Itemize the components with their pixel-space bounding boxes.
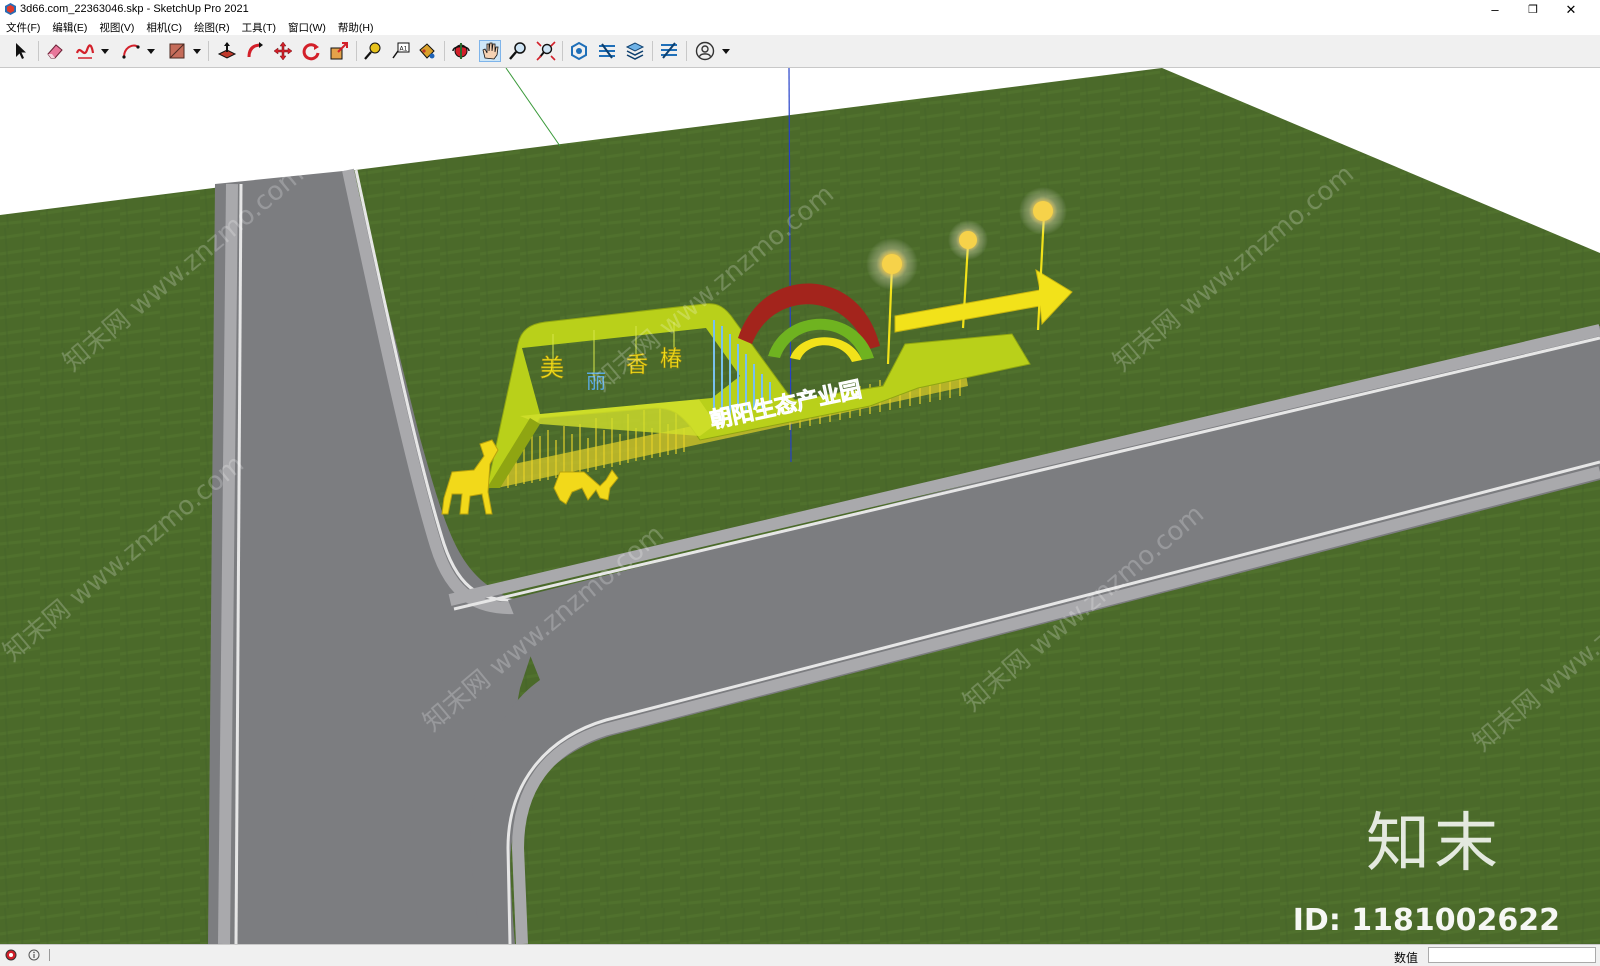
- component-tool-button[interactable]: [658, 40, 680, 62]
- layers-tool-button[interactable]: [624, 40, 646, 62]
- scale-icon: [330, 42, 348, 60]
- zoom-icon: [509, 42, 526, 60]
- arc-icon: [122, 44, 140, 59]
- sign-title-char: 美: [540, 354, 564, 382]
- toolbar-separator: [686, 41, 687, 61]
- eraser-tool-button[interactable]: [44, 40, 66, 62]
- menu-window[interactable]: 窗口(W): [282, 20, 332, 35]
- shape-icon: [169, 43, 185, 59]
- account-button[interactable]: [694, 40, 716, 62]
- orbit-tool-button[interactable]: [450, 40, 472, 62]
- window-title: 3d66.com_22363046.skp - SketchUp Pro 202…: [20, 3, 249, 15]
- component-icon: [661, 42, 677, 59]
- freehand-tool-button[interactable]: [74, 40, 96, 62]
- menu-file[interactable]: 文件(F): [0, 20, 46, 35]
- sketchup-logo-icon: [5, 3, 16, 15]
- freehand-icon: [75, 44, 95, 59]
- toolbar-separator: [356, 41, 357, 61]
- close-button[interactable]: ✕: [1552, 0, 1590, 19]
- measurements-input[interactable]: [1428, 947, 1596, 963]
- text-icon: A1: [392, 42, 410, 59]
- text-tool-button[interactable]: A1: [390, 40, 412, 62]
- menu-camera[interactable]: 相机(C): [140, 20, 188, 35]
- model-viewport[interactable]: 美 丽 香 椿 朝阳生态产业园 知末网 www.znzmo.com 知末网 ww…: [0, 68, 1600, 944]
- zoom-tool-button[interactable]: [507, 40, 529, 62]
- layers-icon: [625, 42, 645, 60]
- toolbar-separator: [38, 41, 39, 61]
- scale-tool-button[interactable]: [328, 40, 350, 62]
- status-bar: 数值: [0, 944, 1600, 966]
- pan-icon: [482, 42, 499, 60]
- menu-draw[interactable]: 绘图(R): [188, 20, 236, 35]
- warehouse-icon: [571, 41, 587, 61]
- toolbar-separator: [652, 41, 653, 61]
- toolbar-separator: [208, 41, 209, 61]
- select-tool-button[interactable]: [10, 40, 32, 62]
- menu-help[interactable]: 帮助(H): [332, 20, 380, 35]
- zoom-extents-icon: [536, 41, 556, 61]
- orbit-icon: [452, 43, 470, 59]
- warehouse-tool-button[interactable]: [568, 40, 590, 62]
- move-icon: [273, 41, 293, 61]
- followme-tool-button[interactable]: [244, 40, 266, 62]
- eraser-icon: [47, 44, 63, 59]
- status-divider: [49, 949, 50, 961]
- road-curb: [218, 183, 238, 944]
- chevron-down-icon[interactable]: [722, 47, 730, 55]
- paint-tool-button[interactable]: [416, 40, 438, 62]
- tape-tool-button[interactable]: [362, 40, 384, 62]
- paint-icon: [419, 43, 435, 59]
- pushpull-icon: [217, 42, 237, 59]
- measurements-label: 数值: [1394, 951, 1419, 965]
- restore-button[interactable]: ❐: [1514, 0, 1552, 19]
- info-icon[interactable]: [28, 949, 40, 961]
- zoom-extents-tool-button[interactable]: [535, 40, 557, 62]
- tape-icon: [364, 42, 381, 60]
- select-icon: [16, 43, 26, 59]
- toolbar: A1: [0, 35, 1600, 68]
- minimize-button[interactable]: –: [1476, 0, 1514, 19]
- menu-bar: 文件(F) 编辑(E) 视图(V) 相机(C) 绘图(R) 工具(T) 窗口(W…: [0, 19, 1600, 35]
- geolocation-icon[interactable]: [5, 949, 17, 961]
- account-icon: [695, 41, 715, 61]
- extension-tool-button[interactable]: [596, 40, 618, 62]
- watermark-brand: 知末: [1366, 807, 1502, 881]
- move-tool-button[interactable]: [272, 40, 294, 62]
- shape-tool-button[interactable]: [166, 40, 188, 62]
- rotate-icon: [302, 43, 320, 61]
- pan-tool-button[interactable]: [479, 40, 501, 62]
- model-id-label: ID: 1181002622: [1292, 903, 1560, 938]
- arc-tool-button[interactable]: [120, 40, 142, 62]
- toolbar-separator: [562, 41, 563, 61]
- chevron-down-icon[interactable]: [193, 47, 201, 55]
- followme-icon: [247, 42, 263, 58]
- toolbar-separator: [444, 41, 445, 61]
- chevron-down-icon[interactable]: [147, 47, 155, 55]
- green-axis-line: [505, 68, 561, 147]
- rotate-tool-button[interactable]: [300, 40, 322, 62]
- extension-icon: [599, 43, 615, 59]
- menu-tools[interactable]: 工具(T): [236, 20, 282, 35]
- menu-edit[interactable]: 编辑(E): [46, 20, 93, 35]
- menu-view[interactable]: 视图(V): [93, 20, 140, 35]
- chevron-down-icon[interactable]: [101, 47, 109, 55]
- pushpull-tool-button[interactable]: [216, 40, 238, 62]
- title-bar: 3d66.com_22363046.skp - SketchUp Pro 202…: [0, 0, 1600, 19]
- svg-text:A1: A1: [400, 46, 408, 53]
